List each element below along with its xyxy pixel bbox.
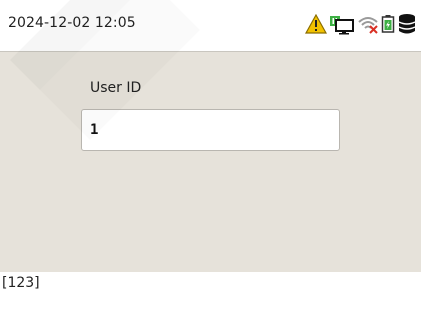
database-icon — [397, 13, 417, 35]
footer: [123] — [0, 272, 421, 317]
status-icons — [305, 11, 417, 37]
status-bar: 2024-12-02 12:05 — [0, 0, 421, 52]
warning-icon — [305, 14, 327, 34]
user-id-label: User ID — [90, 80, 142, 96]
form-panel: User ID — [0, 52, 421, 272]
input-mode-indicator: [123] — [2, 275, 40, 291]
battery-charging-icon — [381, 14, 395, 34]
datetime: 2024-12-02 12:05 — [8, 15, 136, 31]
network-monitor-icon — [329, 13, 355, 35]
wifi-disconnected-icon — [357, 14, 379, 34]
user-id-input[interactable] — [81, 109, 340, 151]
